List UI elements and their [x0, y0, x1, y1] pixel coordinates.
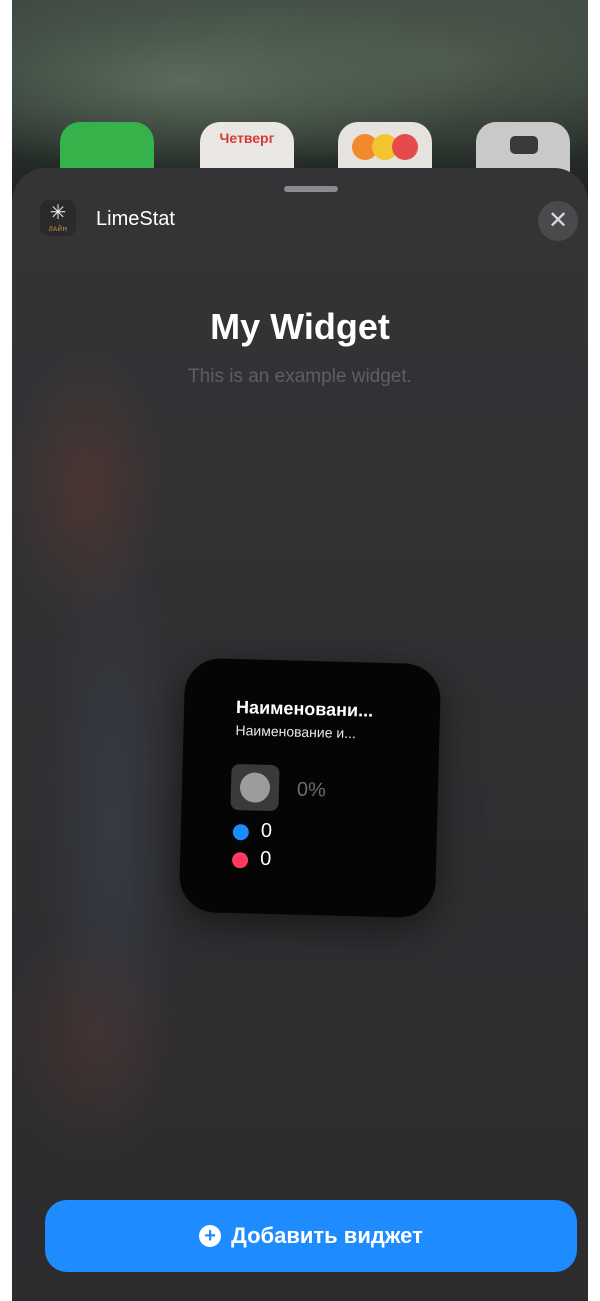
widget-subname: Наименование и... — [235, 722, 357, 742]
add-widget-label: Добавить виджет — [231, 1223, 423, 1248]
app-name: LimeStat — [96, 208, 175, 230]
limestat-app-icon: ✳ ЛАЙН — [40, 200, 76, 236]
widget-title: My Widget — [210, 306, 390, 347]
red-value: 0 — [259, 847, 272, 871]
red-dot-icon — [231, 851, 249, 869]
plus-circle-icon: + — [199, 1225, 222, 1247]
widget-percent: 0% — [296, 778, 327, 802]
add-widget-button[interactable]: + Добавить виджет — [45, 1200, 577, 1272]
progress-ring-icon — [230, 763, 280, 812]
sheet-grabber[interactable] — [284, 186, 338, 192]
calendar-day-label: Четверг — [219, 130, 275, 146]
widget-name: Наименовани... — [235, 697, 374, 721]
blue-dot-icon — [232, 823, 250, 841]
blue-value: 0 — [260, 819, 273, 843]
widget-gallery-sheet: ✳ ЛАЙН LimeStat ✕ My Widget This is an e… — [12, 168, 588, 1301]
close-icon: ✕ — [547, 207, 569, 234]
phone-screen: Четверг ✳ ЛАЙН LimeStat ✕ My Widget This… — [12, 0, 588, 1301]
widget-description: This is an example widget. — [188, 366, 412, 387]
widget-preview[interactable]: Наименовани... Наименование и... 0% 0 0 — [178, 657, 442, 919]
close-button[interactable]: ✕ — [538, 201, 578, 241]
